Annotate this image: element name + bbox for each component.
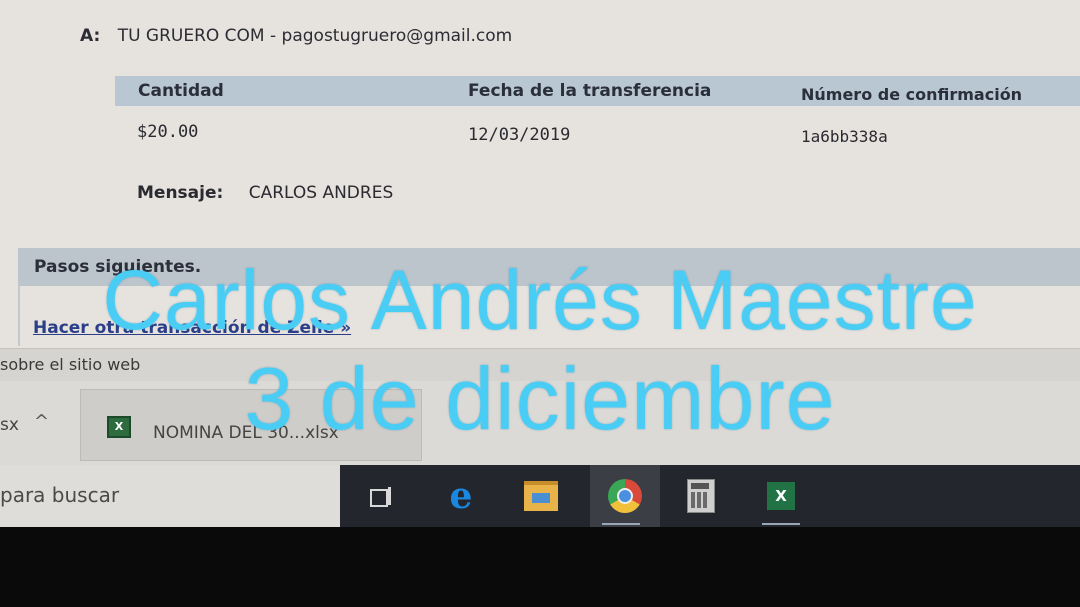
- cell-amount: $20.00: [137, 122, 199, 142]
- task-view-icon: [367, 485, 391, 507]
- edge-button[interactable]: e: [430, 465, 492, 527]
- overlay-date-text: 3 de diciembre: [244, 349, 836, 448]
- excel-icon: X: [767, 482, 795, 510]
- recipient-value: TU GRUERO COM - pagostugruero@gmail.com: [117, 26, 513, 46]
- header-transfer-date: Fecha de la transferencia: [468, 81, 712, 101]
- cell-confirmation-number: 1a6bb338a: [801, 127, 888, 146]
- chrome-icon: [608, 479, 642, 513]
- recipient-label: A:: [80, 26, 101, 46]
- cell-transfer-date: 12/03/2019: [468, 125, 571, 145]
- header-amount: Cantidad: [138, 81, 224, 101]
- message-label: Mensaje:: [137, 183, 224, 203]
- recipient-line: A: TU GRUERO COM - pagostugruero@gmail.c…: [80, 26, 512, 46]
- taskbar: e X: [340, 465, 1080, 527]
- task-view-button[interactable]: [348, 465, 410, 527]
- search-placeholder: para buscar: [0, 483, 120, 507]
- taskbar-search-box[interactable]: para buscar: [0, 465, 340, 527]
- transfer-table-header: Cantidad Fecha de la transferencia Númer…: [115, 76, 1080, 106]
- message-value: CARLOS ANDRES: [248, 183, 394, 203]
- folder-icon: [524, 481, 558, 511]
- overlay-name-text: Carlos Andrés Maestre: [102, 253, 978, 347]
- file-explorer-button[interactable]: [510, 465, 572, 527]
- monitor-bezel: [0, 527, 1080, 607]
- calculator-icon: [687, 479, 715, 513]
- header-confirmation-number: Número de confirmación: [801, 85, 1023, 104]
- open-indicator: [762, 523, 800, 525]
- edge-icon: e: [449, 475, 473, 517]
- excel-button[interactable]: X: [750, 465, 812, 527]
- calculator-button[interactable]: [670, 465, 732, 527]
- message-line: Mensaje: CARLOS ANDRES: [137, 183, 393, 203]
- chrome-button[interactable]: [590, 465, 660, 527]
- active-indicator: [602, 523, 640, 525]
